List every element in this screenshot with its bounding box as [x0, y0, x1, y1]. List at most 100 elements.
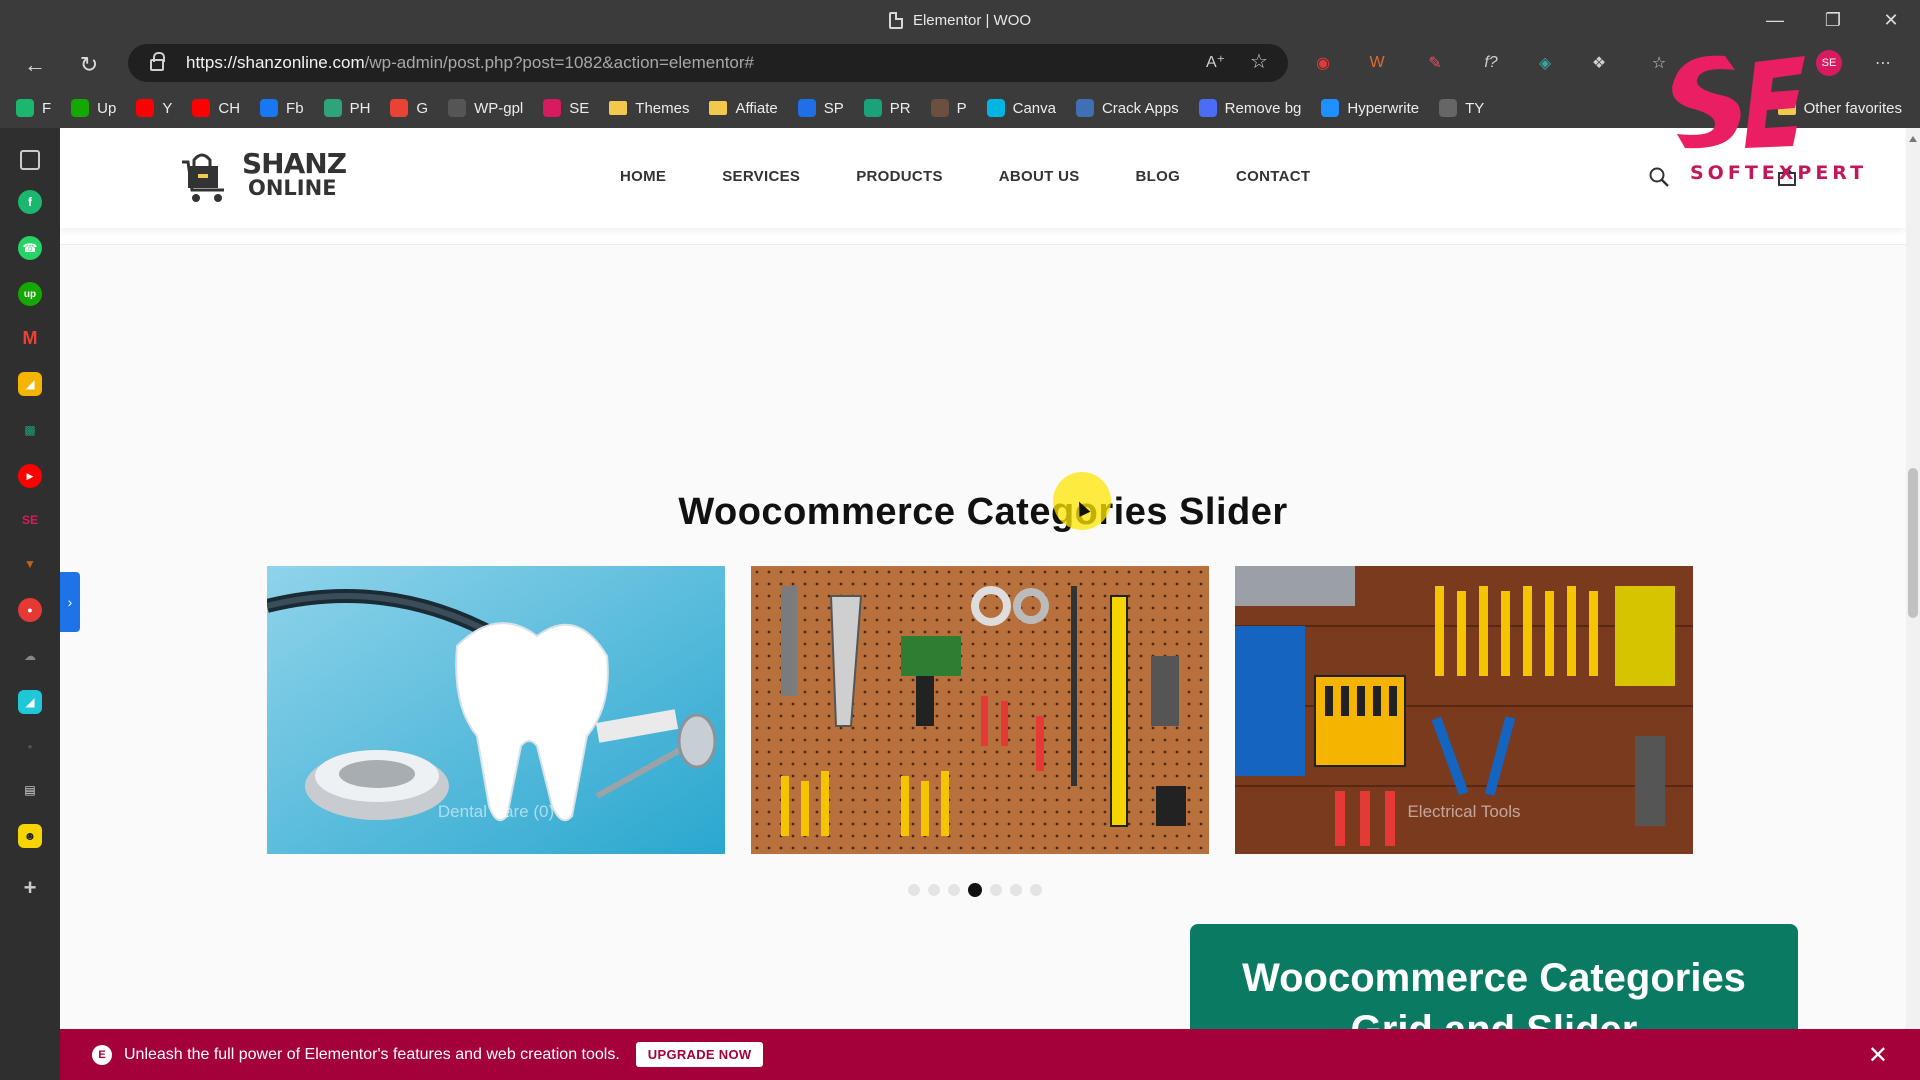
bookmark-item[interactable]: PR [863, 99, 911, 117]
extensions-puzzle-icon[interactable]: ❖ [1586, 50, 1612, 76]
back-icon[interactable]: ← [18, 48, 52, 82]
bookmark-item[interactable]: TY [1439, 99, 1484, 117]
bookmark-item[interactable]: G [390, 99, 428, 117]
address-bar[interactable]: https://shanzonline.com/wp-admin/post.ph… [128, 44, 1288, 82]
bookmark-item[interactable]: Crack Apps [1075, 99, 1179, 117]
slide-caption: Electrical Tools [1407, 802, 1521, 821]
sidebar-record-icon[interactable]: ● [18, 598, 42, 622]
menu-contact[interactable]: CONTACT [1236, 168, 1310, 185]
bookmark-item[interactable]: SP [797, 99, 844, 117]
bookmark-favicon-icon [930, 99, 949, 117]
search-icon[interactable] [1648, 166, 1670, 188]
bookmark-item[interactable]: WP-gpl [448, 99, 523, 117]
menu-services[interactable]: SERVICES [722, 168, 800, 185]
extension-pin-icon[interactable]: ◉ [1310, 50, 1336, 76]
sidebar-app-cyan-icon[interactable]: ◢ [18, 690, 42, 714]
bookmark-item[interactable]: PH [323, 99, 370, 117]
upgrade-now-button[interactable]: UPGRADE NOW [635, 1042, 764, 1067]
bookmark-item[interactable]: Up [71, 99, 116, 117]
extension-eraser-icon[interactable]: ✎ [1422, 50, 1448, 76]
tab-actions-icon[interactable] [20, 150, 40, 170]
menu-about-us[interactable]: ABOUT US [999, 168, 1080, 185]
slider-dot[interactable] [1030, 884, 1042, 896]
editor-panel-toggle[interactable]: › [60, 572, 80, 632]
bookmark-item[interactable]: CH [192, 99, 240, 117]
sidebar-app-green-icon[interactable]: ☻ [18, 824, 42, 848]
bookmark-item[interactable]: Themes [609, 100, 689, 117]
sidebar-dot-icon[interactable]: ● [18, 734, 42, 758]
promo-text: Unleash the full power of Elementor's fe… [124, 1045, 620, 1063]
callout-line1: Woocommerce Categories [1242, 956, 1746, 1000]
window-title-area: Elementor | WOO [0, 0, 1920, 40]
add-icon[interactable]: + [18, 875, 42, 900]
slider-pagination [908, 883, 1042, 897]
bookmark-label: Fb [286, 99, 304, 117]
page-scrollbar[interactable] [1906, 128, 1920, 1080]
bookmark-item[interactable]: Canva [986, 99, 1056, 117]
site-logo[interactable]: SHANZ ONLINE [180, 146, 347, 206]
whatsapp-icon[interactable]: ☎ [18, 236, 42, 260]
browser-sidebar: f ☎ up M ◢ ▩ ▶ SE ▼ ● ☁ ◢ ● ▤ ☻ + [0, 128, 60, 1080]
restore-icon[interactable]: ❐ [1810, 0, 1856, 40]
slider-dot[interactable] [908, 884, 920, 896]
site-header: SHANZ ONLINE HOME SERVICES PRODUCTS ABOU… [60, 128, 1906, 228]
bookmark-item[interactable]: Fb [260, 99, 304, 117]
slider-dot[interactable] [1010, 884, 1022, 896]
sidebar-se-icon[interactable]: SE [18, 508, 42, 532]
page-viewport: SHANZ ONLINE HOME SERVICES PRODUCTS ABOU… [60, 128, 1920, 1080]
upwork-icon[interactable]: up [18, 282, 42, 306]
sidebar-f-icon[interactable]: f [18, 190, 42, 214]
sidebar-shield-icon[interactable]: ▼ [18, 552, 42, 576]
extension-sync-icon[interactable]: ◈ [1532, 50, 1558, 76]
bookmark-label: G [416, 99, 429, 117]
extension-wp-icon[interactable]: W [1364, 50, 1390, 76]
bookmark-item[interactable]: Remove bg [1198, 99, 1301, 117]
menu-home[interactable]: HOME [620, 168, 666, 185]
slider-dot[interactable] [928, 884, 940, 896]
bookmark-item[interactable]: Affiate [709, 100, 778, 117]
bookmark-favicon-icon [260, 99, 279, 117]
scroll-up-icon[interactable] [1909, 136, 1917, 142]
youtube-icon[interactable]: ▶ [18, 464, 42, 488]
bookmark-item[interactable]: F [16, 99, 51, 117]
slide-card[interactable]: Dental Care (0) [267, 566, 725, 854]
slider-dot[interactable] [990, 884, 1002, 896]
slider-dot[interactable] [968, 883, 982, 897]
folder-icon [709, 101, 728, 115]
bookmark-item[interactable]: P [930, 99, 967, 117]
bookmark-item[interactable]: SE [543, 99, 589, 117]
menu-blog[interactable]: BLOG [1136, 168, 1181, 185]
close-icon[interactable]: ✕ [1868, 1041, 1888, 1070]
elementor-promo-bar: E Unleash the full power of Elementor's … [60, 1029, 1920, 1080]
reload-icon[interactable]: ↻ [72, 48, 106, 82]
close-icon[interactable]: ✕ [1868, 0, 1914, 40]
slide-card[interactable] [751, 566, 1209, 854]
section-title: Woocommerce Categories Slider [678, 491, 1288, 533]
bookmark-item[interactable]: Y [136, 99, 172, 117]
bookmark-label: CH [218, 99, 241, 117]
gmail-icon[interactable]: M [18, 326, 42, 350]
categories-section: Woocommerce Categories Slider Dental Car… [60, 244, 1906, 1080]
scrollbar-thumb[interactable] [1908, 468, 1918, 618]
sidebar-app-yellow-icon[interactable]: ◢ [18, 372, 42, 396]
more-menu-icon[interactable]: ⋯ [1870, 50, 1896, 76]
bookmark-item[interactable]: Hyperwrite [1321, 99, 1419, 117]
slide-card[interactable]: Electrical Tools [1235, 566, 1693, 854]
sidebar-pr-icon[interactable]: ▩ [18, 418, 42, 442]
slider-dot[interactable] [948, 884, 960, 896]
document-icon[interactable]: ▤ [18, 778, 42, 802]
cloud-icon[interactable]: ☁ [18, 644, 42, 668]
extension-font-icon[interactable]: f? [1478, 50, 1504, 76]
softexpert-logo-watermark [1672, 55, 1805, 149]
url-path: /wp-admin/post.php?post=1082&action=elem… [364, 53, 754, 72]
browser-toolbar: ← ↻ https://shanzonline.com/wp-admin/pos… [0, 40, 1920, 88]
window-titlebar: Elementor | WOO — ❐ ✕ [0, 0, 1920, 40]
minimize-icon[interactable]: — [1752, 0, 1798, 40]
window-title: Elementor | WOO [912, 11, 1032, 29]
read-aloud-icon[interactable]: A⁺ [1206, 52, 1225, 72]
watermark-text: SOFTEXPERT [1690, 162, 1868, 184]
menu-products[interactable]: PRODUCTS [856, 168, 943, 185]
page-icon [888, 11, 903, 29]
bookmark-favicon-icon [1075, 99, 1094, 117]
favorite-star-icon[interactable]: ☆ [1250, 49, 1268, 74]
